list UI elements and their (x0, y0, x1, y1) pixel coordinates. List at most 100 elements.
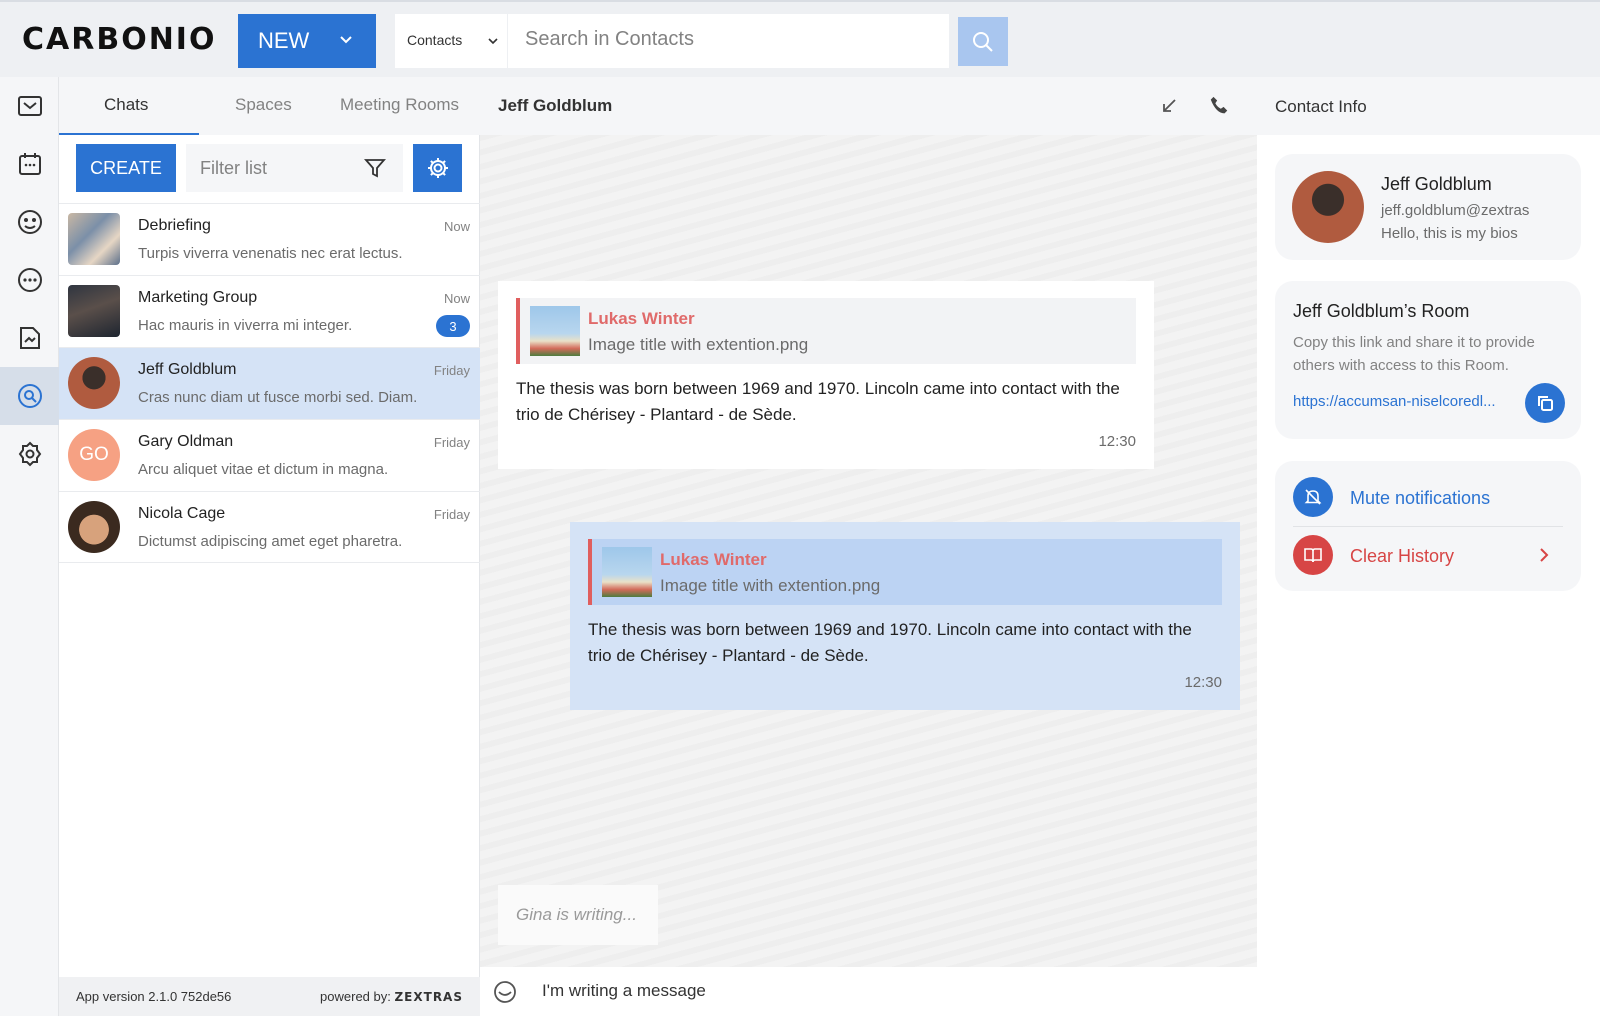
unread-badge: 3 (436, 315, 470, 337)
message-text: The thesis was born between 1969 and 197… (516, 376, 1120, 428)
quote-text: Image title with extention.png (588, 335, 809, 354)
profile-card: Jeff Goldblum jeff.goldblum@zextras Hell… (1275, 154, 1581, 260)
chat-name: Marketing Group (138, 289, 258, 306)
files-module-icon[interactable] (0, 309, 59, 367)
search-module-icon[interactable] (0, 367, 59, 425)
copy-link-button[interactable] (1525, 383, 1565, 423)
message-time: 12:30 (1184, 674, 1222, 691)
message-line: The thesis was born between 1969 and 197… (516, 379, 1120, 398)
contact-info-header: Contact Info (1257, 77, 1600, 135)
message-line: trio de Chérisey - Plantard - de Sède. (516, 405, 797, 424)
avatar: GO (68, 429, 120, 481)
contact-info-title: Contact Info (1275, 97, 1367, 116)
emoji-icon[interactable] (493, 980, 517, 1009)
chat-row-marketing-group[interactable]: Marketing Group Now Hac mauris in viverr… (59, 275, 480, 347)
chat-time: Friday (433, 507, 470, 522)
room-link[interactable]: https://accumsan-niselcoredl... (1293, 393, 1496, 410)
conversation-header: Jeff Goldblum (480, 77, 1257, 135)
image-thumbnail (530, 306, 580, 356)
chevron-down-icon[interactable] (338, 31, 354, 52)
tab-spaces[interactable]: Spaces (235, 95, 292, 115)
chat-preview: Dictumst adipiscing amet eget pharetra. (138, 533, 403, 550)
phone-icon[interactable] (1208, 95, 1230, 122)
tab-chats[interactable]: Chats (104, 95, 148, 115)
avatar (68, 213, 120, 265)
contacts-module-icon[interactable] (0, 193, 59, 251)
chat-tabs: Chats Spaces Meeting Rooms (59, 77, 480, 135)
quoted-reply[interactable]: Lukas Winter Image title with extention.… (516, 298, 1136, 364)
create-button[interactable]: CREATE (76, 144, 176, 192)
filter-icon[interactable] (364, 157, 386, 184)
calendar-module-icon[interactable] (0, 135, 59, 193)
message-time: 12:30 (1098, 433, 1136, 450)
actions-card: Mute notifications Clear History (1275, 461, 1581, 591)
avatar (1292, 171, 1364, 243)
profile-bio: Hello, this is my bios (1381, 225, 1518, 242)
chats-module-icon[interactable] (0, 251, 59, 309)
message-bubble[interactable]: Lukas Winter Image title with extention.… (498, 281, 1154, 469)
message-line: trio de Chérisey - Plantard - de Sède. (588, 646, 869, 665)
conversation-title: Jeff Goldblum (498, 96, 613, 115)
app-version: App version 2.1.0 752de56 (76, 989, 232, 1004)
chat-preview: Cras nunc diam ut fusce morbi sed. Diam. (138, 389, 418, 406)
quoted-reply[interactable]: Lukas Winter Image title with extention.… (588, 539, 1222, 605)
chat-preview: Arcu aliquet vitae et dictum in magna. (138, 461, 389, 478)
top-bar: CARBONIO NEW Contacts Search in Contacts (0, 0, 1600, 77)
quote-author: Lukas Winter (588, 309, 695, 328)
profile-email: jeff.goldblum@zextras (1381, 202, 1530, 219)
chat-row-debriefing[interactable]: Debriefing Now Turpis viverra venenatis … (59, 203, 480, 275)
tab-meeting-rooms[interactable]: Meeting Rooms (340, 95, 459, 115)
filter-input[interactable]: Filter list (186, 144, 403, 192)
powered-by-label: powered by: (320, 989, 391, 1004)
message-text: The thesis was born between 1969 and 197… (588, 617, 1192, 669)
chat-name: Nicola Cage (138, 505, 226, 522)
typing-text: Gina is writing... (516, 905, 637, 924)
chat-row-jeff-goldblum[interactable]: Jeff Goldblum Friday Cras nunc diam ut f… (59, 347, 480, 419)
search-input[interactable]: Search in Contacts (525, 28, 694, 51)
chat-rows: Debriefing Now Turpis viverra venenatis … (59, 203, 480, 563)
avatar (68, 285, 120, 337)
room-description: Copy this link and share it to provide o… (1293, 334, 1535, 374)
chat-name: Jeff Goldblum (138, 361, 237, 378)
message-area: Lukas Winter Image title with extention.… (480, 135, 1257, 967)
conversation-panel: Jeff Goldblum Lukas Winter Image title w… (480, 77, 1257, 1016)
minimize-icon[interactable] (1160, 97, 1178, 120)
filter-placeholder: Filter list (200, 158, 267, 178)
divider (1293, 526, 1563, 527)
contact-info-panel: Contact Info Jeff Goldblum jeff.goldblum… (1257, 77, 1600, 1016)
book-icon (1293, 535, 1333, 575)
chat-time: Now (443, 291, 470, 306)
message-input[interactable]: I'm writing a message (542, 981, 706, 1001)
room-title: Jeff Goldblum’s Room (1293, 301, 1470, 321)
quote-author: Lukas Winter (660, 550, 767, 569)
new-button[interactable]: NEW (238, 14, 376, 68)
search-icon (973, 31, 993, 52)
divider (507, 14, 508, 68)
powered-by: powered by: ZEXTRAS (320, 989, 463, 1004)
message-bubble-own[interactable]: Lukas Winter Image title with extention.… (570, 522, 1240, 710)
quote-text: Image title with extention.png (660, 576, 881, 595)
new-button-label: NEW (258, 28, 310, 53)
search-button[interactable] (958, 17, 1008, 66)
search-module-select[interactable]: Contacts (407, 32, 462, 48)
tab-underline (59, 133, 199, 135)
chevron-down-icon[interactable] (487, 34, 499, 52)
mute-notifications-label: Mute notifications (1350, 488, 1491, 508)
chat-preview: Hac mauris in viverra mi integer. (138, 317, 353, 334)
chat-time: Friday (433, 435, 470, 450)
chat-row-nicola-cage[interactable]: Nicola Cage Friday Dictumst adipiscing a… (59, 491, 480, 563)
chat-row-gary-oldman[interactable]: GO Gary Oldman Friday Arcu aliquet vitae… (59, 419, 480, 491)
typing-indicator: Gina is writing... (498, 885, 658, 945)
settings-module-icon[interactable] (0, 425, 59, 483)
image-thumbnail (602, 547, 652, 597)
module-rail (0, 77, 59, 1016)
mail-module-icon[interactable] (0, 77, 59, 135)
chat-list-panel: Chats Spaces Meeting Rooms CREATE Filter… (59, 77, 480, 1016)
chat-name: Gary Oldman (138, 433, 234, 450)
bell-off-icon (1293, 477, 1333, 517)
chevron-right-icon (1537, 547, 1551, 568)
chat-settings-button[interactable] (413, 144, 462, 192)
zextras-logo: ZEXTRAS (394, 990, 463, 1004)
app-logo: CARBONIO (22, 22, 217, 57)
chat-time: Now (443, 219, 470, 234)
